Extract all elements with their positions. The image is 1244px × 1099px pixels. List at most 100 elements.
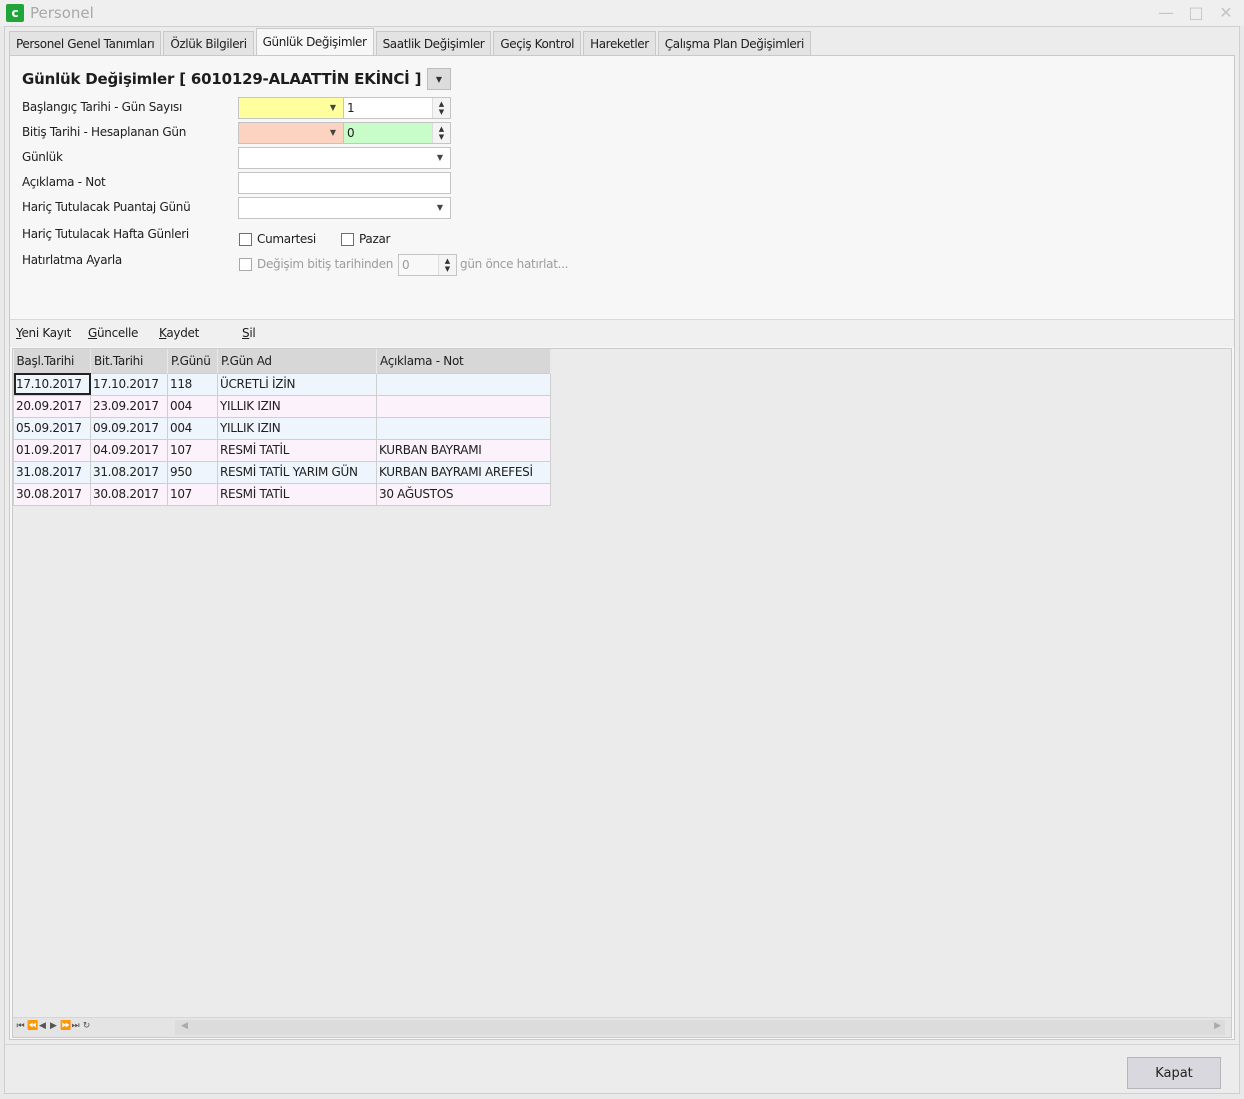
table-cell[interactable]: 17.10.2017 [13, 372, 91, 396]
checkbox-icon[interactable] [239, 257, 252, 271]
table-row[interactable]: 05.09.2017 09.09.2017 004 YILLIK IZIN [13, 416, 551, 440]
start-date-label: Başlangıç Tarihi - Gün Sayısı [22, 100, 182, 114]
table-cell[interactable]: 17.10.2017 [90, 372, 168, 396]
column-header-day-name[interactable]: P.Gün Ad [217, 349, 377, 373]
scroll-right-icon[interactable]: ▶ [1214, 1021, 1221, 1031]
table-cell[interactable]: RESMİ TATİL YARIM GÜN [217, 460, 377, 484]
next-record-icon[interactable]: ▶ [49, 1021, 58, 1031]
day-count-field[interactable]: 1 ▲ ▼ [343, 97, 451, 119]
table-cell[interactable]: 118 [167, 372, 218, 396]
table-cell[interactable]: YILLIK IZIN [217, 394, 377, 418]
table-cell[interactable]: 05.09.2017 [13, 416, 91, 440]
table-cell[interactable] [376, 372, 551, 396]
refresh-icon[interactable]: ↻ [82, 1021, 91, 1031]
start-date-field[interactable]: ▼ [238, 97, 344, 119]
daily-label: Günlük [22, 150, 63, 164]
maximize-icon[interactable]: □ [1188, 3, 1204, 23]
table-cell[interactable]: 04.09.2017 [90, 438, 168, 462]
excluded-day-select[interactable]: ▼ [238, 197, 451, 219]
chevron-down-icon[interactable]: ▼ [323, 123, 343, 143]
table-row[interactable]: 01.09.2017 04.09.2017 107 RESMİ TATİL KU… [13, 438, 551, 462]
saturday-checkbox[interactable]: Cumartesi [239, 232, 316, 246]
tab-calisma-plan[interactable]: Çalışma Plan Değişimleri [657, 31, 811, 55]
table-cell[interactable]: 01.09.2017 [13, 438, 91, 462]
save-label: aydet [166, 326, 200, 340]
spinner-icon[interactable]: ▲ ▼ [432, 123, 450, 143]
daily-select[interactable]: ▼ [238, 147, 451, 169]
window-controls: — □ ✕ [1158, 3, 1234, 23]
data-grid: Başl.Tarihi Bit.Tarihi P.Günü P.Gün Ad A… [12, 348, 1232, 1038]
update-button[interactable]: Güncelle [88, 326, 138, 340]
table-cell[interactable] [376, 416, 551, 440]
computed-days-field[interactable]: 0 ▲ ▼ [343, 122, 451, 144]
table-cell[interactable]: KURBAN BAYRAMI AREFESİ [376, 460, 551, 484]
tab-gecis-kontrol[interactable]: Geçiş Kontrol [493, 31, 582, 55]
horizontal-scrollbar[interactable]: ◀ ▶ [175, 1020, 1225, 1035]
column-header-note[interactable]: Açıklama - Not [376, 349, 551, 373]
tab-content: Günlük Değişimler [ 6010129-ALAATTİN EKİ… [9, 55, 1235, 1040]
table-cell[interactable]: 31.08.2017 [13, 460, 91, 484]
table-cell[interactable]: 30 AĞUSTOS [376, 482, 551, 506]
checkbox-icon[interactable] [239, 232, 252, 246]
first-page-icon[interactable]: ⏮ [16, 1021, 25, 1031]
tab-hareketler[interactable]: Hareketler [583, 31, 656, 55]
table-row[interactable]: 30.08.2017 30.08.2017 107 RESMİ TATİL 30… [13, 482, 551, 506]
prev-record-icon[interactable]: ◀ [38, 1021, 47, 1031]
title-dropdown-button[interactable]: ▼ [427, 68, 451, 90]
footer-divider [5, 1044, 1239, 1045]
tab-saatlik-degisimler[interactable]: Saatlik Değişimler [375, 31, 492, 55]
next-page-icon[interactable]: ⏩ [60, 1021, 71, 1031]
column-header-day-code[interactable]: P.Günü [167, 349, 218, 373]
sunday-checkbox[interactable]: Pazar [341, 232, 390, 246]
table-cell[interactable]: KURBAN BAYRAMI [376, 438, 551, 462]
column-header-start[interactable]: Başl.Tarihi [13, 349, 91, 373]
end-date-field[interactable]: ▼ [238, 122, 344, 144]
close-icon[interactable]: ✕ [1218, 3, 1234, 23]
table-cell[interactable]: 30.08.2017 [90, 482, 168, 506]
tab-personel-genel[interactable]: Personel Genel Tanımları [9, 31, 162, 55]
table-cell[interactable]: ÜCRETLİ İZİN [217, 372, 377, 396]
tab-gunluk-degisimler[interactable]: Günlük Değişimler [255, 28, 374, 55]
note-input[interactable] [238, 172, 451, 194]
table-row[interactable]: 20.09.2017 23.09.2017 004 YILLIK IZIN [13, 394, 551, 418]
tab-ozluk[interactable]: Özlük Bilgileri [163, 31, 254, 55]
table-cell[interactable]: 004 [167, 416, 218, 440]
spinner-icon[interactable]: ▲ ▼ [432, 98, 450, 118]
delete-button[interactable]: Sil [242, 326, 256, 340]
table-cell[interactable]: YILLIK IZIN [217, 416, 377, 440]
table-cell[interactable]: 107 [167, 482, 218, 506]
table-row[interactable]: 17.10.2017 17.10.2017 118 ÜCRETLİ İZİN [13, 372, 551, 396]
chevron-down-icon[interactable]: ▼ [430, 148, 450, 168]
scroll-left-icon[interactable]: ◀ [181, 1021, 188, 1031]
table-cell[interactable]: 30.08.2017 [13, 482, 91, 506]
table-cell[interactable]: 31.08.2017 [90, 460, 168, 484]
table-row[interactable]: 31.08.2017 31.08.2017 950 RESMİ TATİL YA… [13, 460, 551, 484]
new-record-button[interactable]: Yeni Kayıt [16, 326, 71, 340]
spinner-icon[interactable]: ▲ ▼ [438, 255, 456, 275]
reminder-checkbox[interactable]: Değişim bitiş tarihinden [239, 257, 393, 271]
minimize-icon[interactable]: — [1158, 3, 1174, 23]
table-cell[interactable]: 107 [167, 438, 218, 462]
table-cell[interactable]: 950 [167, 460, 218, 484]
table-cell[interactable]: RESMİ TATİL [217, 482, 377, 506]
prev-page-icon[interactable]: ⏪ [27, 1021, 38, 1031]
table-cell[interactable]: 20.09.2017 [13, 394, 91, 418]
saturday-label: Cumartesi [257, 232, 316, 246]
chevron-down-icon[interactable]: ▼ [430, 198, 450, 218]
table-cell[interactable] [376, 394, 551, 418]
close-button[interactable]: Kapat [1127, 1057, 1221, 1089]
checkbox-icon[interactable] [341, 232, 354, 246]
reminder-days-field[interactable]: 0 ▲ ▼ [398, 254, 457, 276]
save-button[interactable]: Kaydet [159, 326, 199, 340]
column-header-end[interactable]: Bit.Tarihi [90, 349, 168, 373]
excluded-weekdays-label: Hariç Tutulacak Hafta Günleri [22, 227, 189, 241]
grid-toolbar: Yeni Kayıt Güncelle Kaydet Sil [10, 319, 1234, 347]
grid-table: Başl.Tarihi Bit.Tarihi P.Günü P.Gün Ad A… [13, 349, 551, 506]
table-cell[interactable]: 004 [167, 394, 218, 418]
last-page-icon[interactable]: ⏭ [71, 1021, 80, 1031]
delete-label: il [249, 326, 256, 340]
chevron-down-icon[interactable]: ▼ [323, 98, 343, 118]
table-cell[interactable]: 09.09.2017 [90, 416, 168, 440]
table-cell[interactable]: RESMİ TATİL [217, 438, 377, 462]
table-cell[interactable]: 23.09.2017 [90, 394, 168, 418]
